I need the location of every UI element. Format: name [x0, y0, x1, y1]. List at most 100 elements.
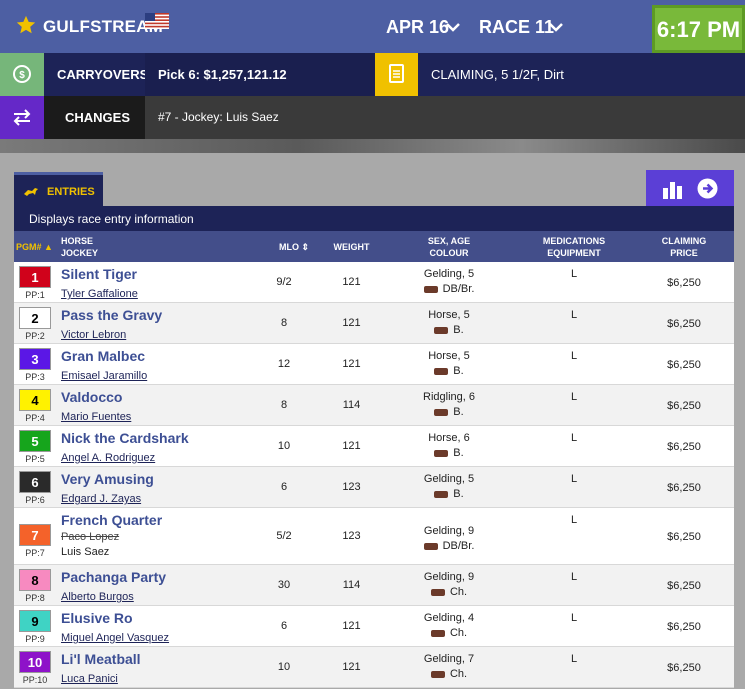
program-number-badge: 3: [19, 348, 51, 370]
medications: L: [570, 391, 578, 403]
weight: 123: [342, 481, 361, 493]
morning-line-odds: 8: [280, 317, 288, 329]
background-photo: [0, 139, 745, 153]
horse-name-link[interactable]: French Quarter: [61, 512, 162, 528]
sex-age: Horse, 5: [428, 350, 470, 362]
race-conditions: CLAIMING, 5 1/2F, Dirt: [431, 67, 564, 82]
date-chevron-down-icon[interactable]: [446, 22, 460, 32]
sort-icon: ⇕: [301, 242, 310, 252]
entry-row[interactable]: 10 PP:10 Li'l Meatball Luca Panici 10 121 Geld…: [14, 647, 734, 688]
changes-value-cell: #7 - Jockey: Luis Saez: [145, 96, 745, 139]
bar-chart-icon[interactable]: [662, 179, 684, 199]
colour-swatch: [434, 367, 449, 375]
jockey-name-link[interactable]: Emisael Jaramillo: [61, 370, 147, 382]
medications: L: [570, 350, 578, 362]
jockey-name-link[interactable]: Mario Fuentes: [61, 411, 131, 423]
morning-line-odds: 5/2: [276, 530, 292, 542]
colour-swatch: [430, 629, 445, 637]
horse-colour: DB/Br.: [394, 283, 504, 295]
horse-name-link[interactable]: Elusive Ro: [61, 610, 133, 626]
medications: L: [570, 268, 578, 280]
medications: L: [570, 309, 578, 321]
horse-colour: Ch.: [394, 586, 504, 598]
horse-colour: B.: [394, 324, 504, 336]
jockey-name-link[interactable]: Miguel Angel Vasquez: [61, 632, 169, 644]
col-mlo[interactable]: MLO ⇕: [269, 241, 319, 253]
sort-up-icon: ▲: [44, 242, 53, 252]
race-number[interactable]: RACE 11: [479, 17, 554, 38]
tab-entries-label: ENTRIES: [47, 186, 95, 198]
scratched-jockey: Paco Lopez: [61, 531, 120, 543]
entry-row[interactable]: 4 PP:4 Valdocco Mario Fuentes 8 114 Ridgling, …: [14, 385, 734, 426]
colour-swatch: [423, 285, 438, 293]
post-position: PP:5: [25, 454, 45, 464]
claiming-price: $6,250: [667, 662, 701, 674]
morning-line-odds: 10: [277, 440, 291, 452]
horse-name-link[interactable]: Pass the Gravy: [61, 307, 162, 323]
horse-name-link[interactable]: Valdocco: [61, 389, 122, 405]
col-claiming-price: CLAIMING PRICE: [661, 236, 707, 258]
horse-name-link[interactable]: Gran Malbec: [61, 348, 145, 364]
jockey-name-link[interactable]: Edgard J. Zayas: [61, 493, 141, 505]
entry-row[interactable]: 2 PP:2 Pass the Gravy Victor Lebron 8 121 Hors…: [14, 303, 734, 344]
carryover-value-cell: Pick 6: $1,257,121.12: [145, 53, 375, 96]
colour-swatch: [434, 326, 449, 334]
morning-line-odds: 12: [277, 358, 291, 370]
horse-colour: B.: [394, 488, 504, 500]
entries-table-header: PGM# ▲ HORSE JOCKEY MLO ⇕ WEIGHT SEX, AG…: [14, 231, 734, 262]
col-pgm[interactable]: PGM# ▲: [16, 241, 53, 253]
entries-description-bar: Displays race entry information: [14, 206, 734, 231]
horse-colour: B.: [394, 365, 504, 377]
medications: L: [570, 653, 578, 665]
weight: 123: [342, 530, 361, 542]
weight: 121: [342, 661, 361, 673]
morning-line-odds: 6: [280, 481, 288, 493]
entry-row[interactable]: 7 PP:7 French Quarter Paco Lopez Luis Saez 5/…: [14, 508, 734, 565]
jockey-name-link[interactable]: Angel A. Rodriguez: [61, 452, 155, 464]
horse-name-link[interactable]: Pachanga Party: [61, 569, 166, 585]
entry-row[interactable]: 3 PP:3 Gran Malbec Emisael Jaramillo 12 121 Ho…: [14, 344, 734, 385]
post-position: PP:8: [25, 593, 45, 603]
carryovers-label: CARRYOVERS: [57, 67, 149, 82]
tab-entries[interactable]: ENTRIES: [14, 172, 103, 206]
entry-row[interactable]: 9 PP:9 Elusive Ro Miguel Angel Vasquez 6 121 G…: [14, 606, 734, 647]
changes-bar: CHANGES #7 - Jockey: Luis Saez: [0, 96, 745, 139]
morning-line-odds: 30: [277, 579, 291, 591]
race-date[interactable]: APR 16: [386, 17, 449, 38]
col-horse-jockey: HORSE JOCKEY: [61, 236, 99, 258]
program-number-badge: 10: [19, 651, 51, 673]
horse-colour: DB/Br.: [394, 540, 504, 552]
horse-name-link[interactable]: Nick the Cardshark: [61, 430, 189, 446]
horse-name-link[interactable]: Very Amusing: [61, 471, 154, 487]
tab-stats[interactable]: [646, 170, 734, 206]
claiming-price: $6,250: [667, 621, 701, 633]
favorite-star-icon[interactable]: [15, 14, 37, 36]
horse-name-link[interactable]: Silent Tiger: [61, 266, 137, 282]
entry-row[interactable]: 1 PP:1 Silent Tiger Tyler Gaffalione 9/2 121 G…: [14, 262, 734, 303]
entry-row[interactable]: 5 PP:5 Nick the Cardshark Angel A. Rodrigue…: [14, 426, 734, 467]
carryover-coin-icon: $: [0, 53, 44, 96]
entry-row[interactable]: 8 PP:8 Pachanga Party Alberto Burgos 30 114 Ge…: [14, 565, 734, 606]
horse-name-link[interactable]: Li'l Meatball: [61, 651, 141, 667]
new-jockey: Luis Saez: [61, 546, 110, 558]
sex-age: Ridgling, 6: [423, 391, 475, 403]
jockey-name-link[interactable]: Victor Lebron: [61, 329, 126, 341]
morning-line-odds: 6: [280, 620, 288, 632]
horse-colour: Ch.: [394, 668, 504, 680]
claiming-price: $6,250: [667, 441, 701, 453]
weight: 114: [342, 399, 361, 411]
jockey-name-link[interactable]: Luca Panici: [61, 673, 118, 685]
entries-description: Displays race entry information: [29, 212, 194, 226]
post-position: PP:9: [25, 634, 45, 644]
changes-swap-icon: [0, 96, 44, 139]
program-number-badge: 2: [19, 307, 51, 329]
arrow-right-circle-icon[interactable]: [697, 178, 718, 199]
program-number-badge: 8: [19, 569, 51, 591]
entry-row[interactable]: 6 PP:6 Very Amusing Edgard J. Zayas 6 123 Geld…: [14, 467, 734, 508]
medications: L: [570, 612, 578, 624]
race-chevron-down-icon[interactable]: [549, 22, 563, 32]
carryover-value: Pick 6: $1,257,121.12: [158, 67, 287, 82]
jockey-name-link[interactable]: Tyler Gaffalione: [61, 288, 138, 300]
jockey-name-link[interactable]: Alberto Burgos: [61, 591, 134, 603]
program-number-badge: 1: [19, 266, 51, 288]
